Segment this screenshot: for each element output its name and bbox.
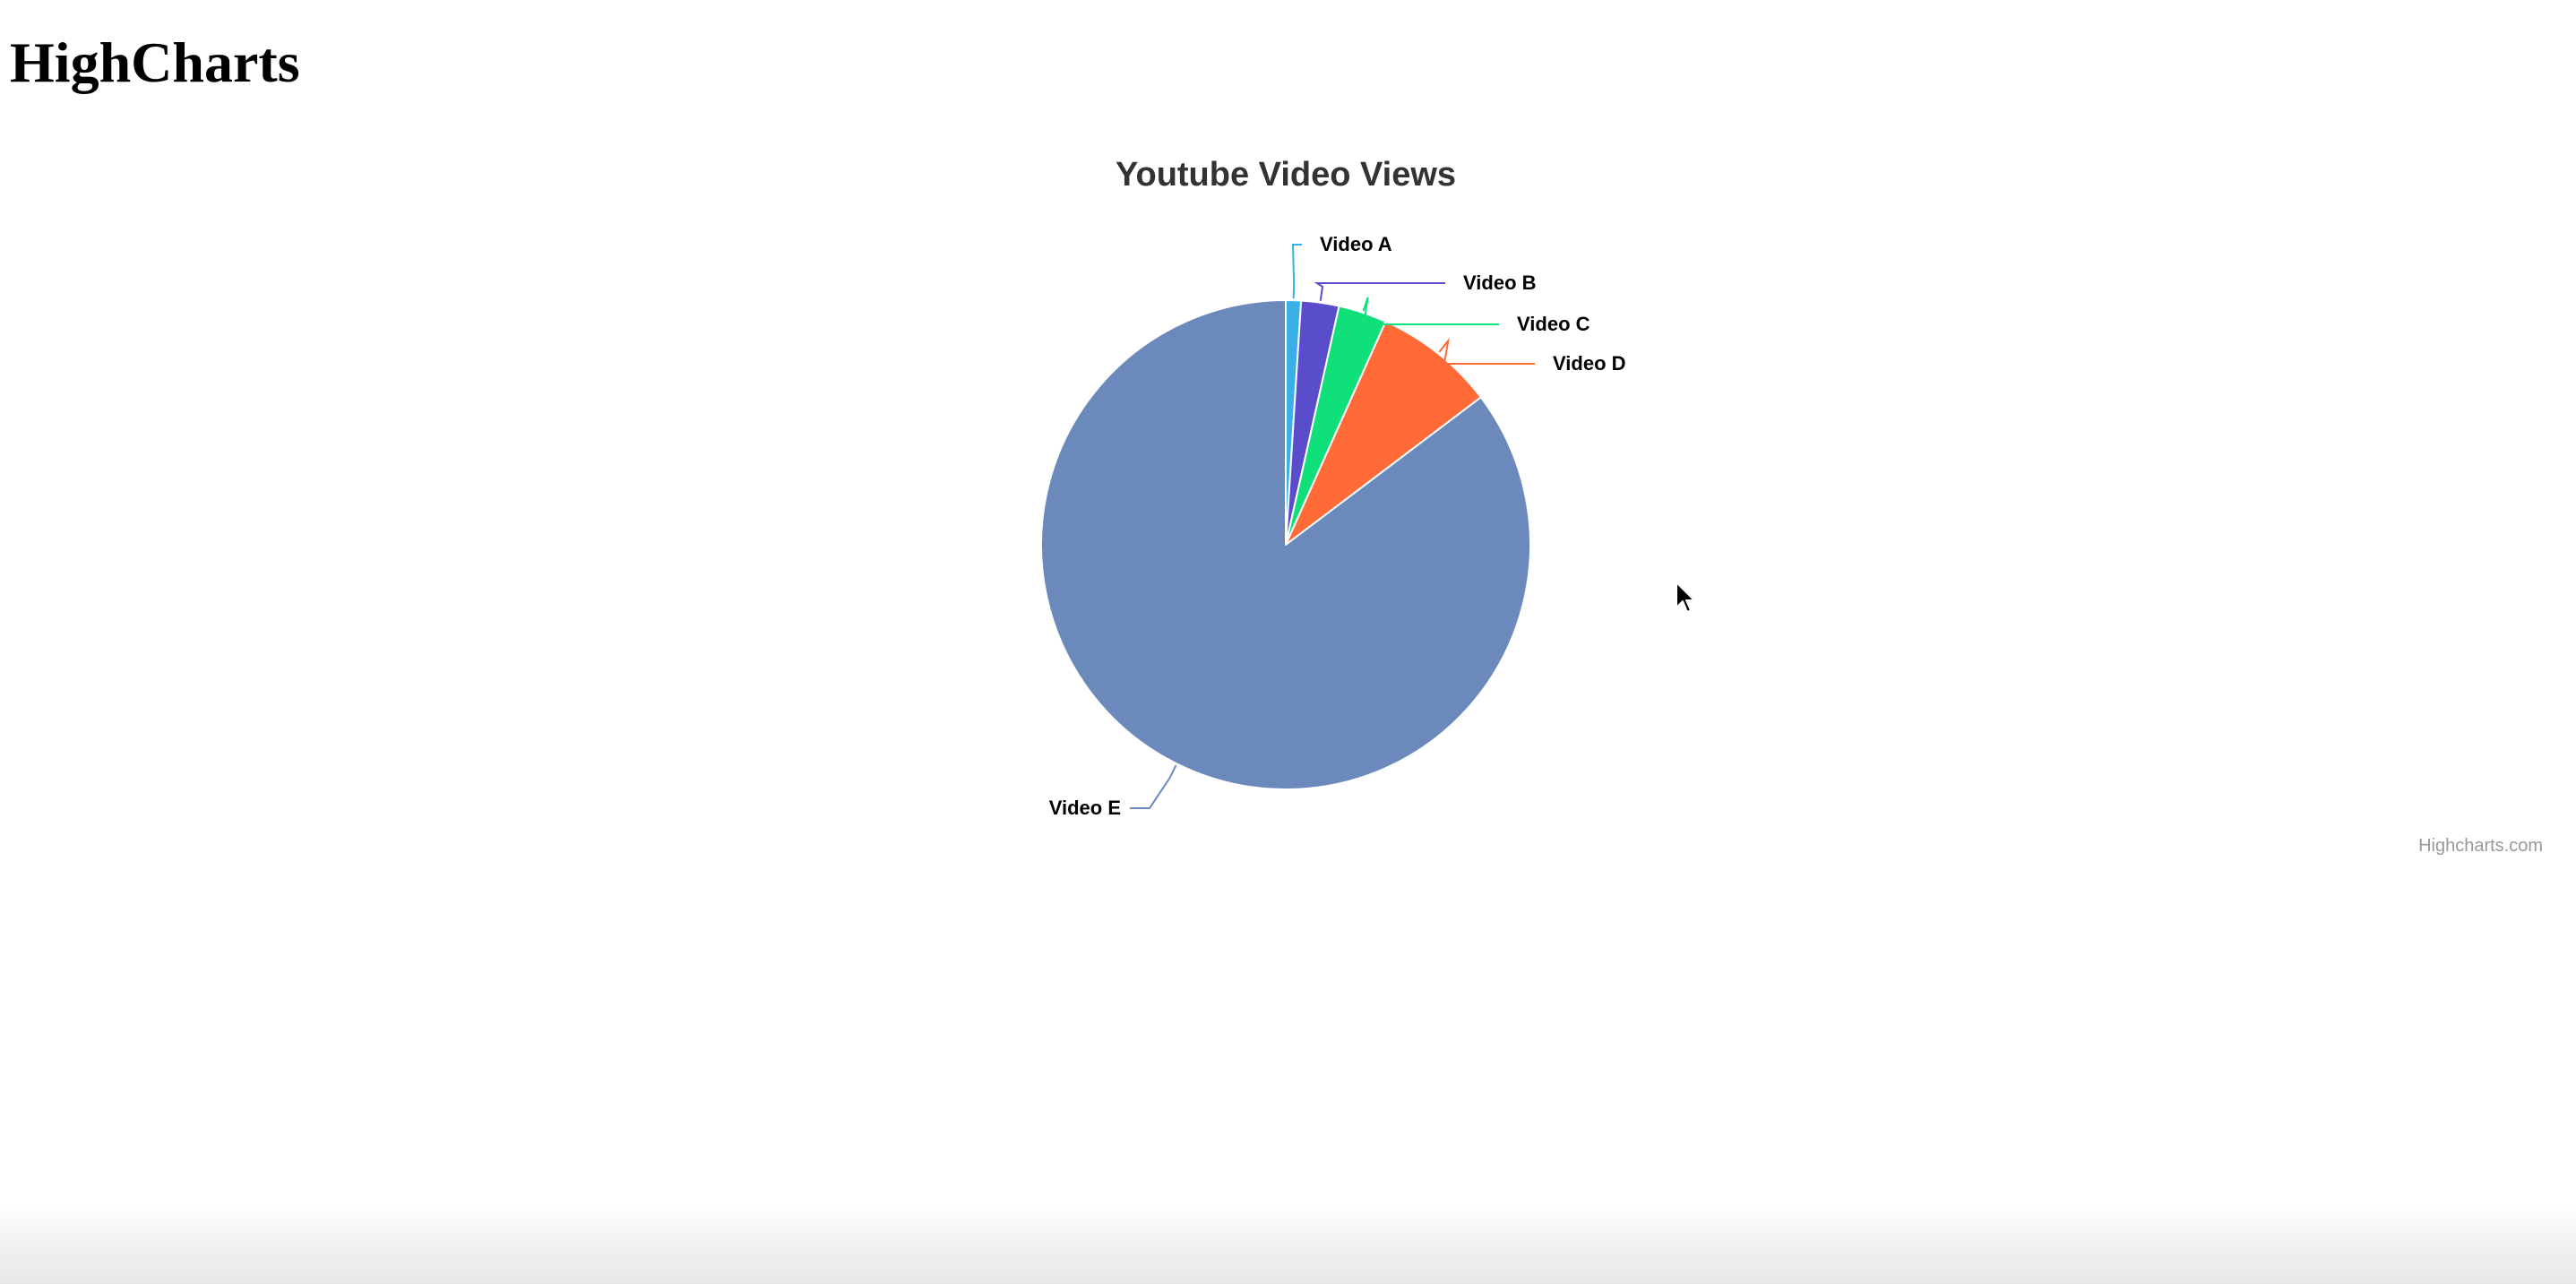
pie-slices [1040,299,1531,790]
data-label-video-d: Video D [1553,352,1626,375]
window-bottom-shadow [0,1203,2576,1284]
data-label-video-a: Video A [1320,233,1392,255]
mouse-cursor-icon [1676,582,1695,613]
chart-svg: Youtube Video Views Video A Video B Video … [1040,156,2543,856]
data-label-video-c: Video C [1517,313,1590,335]
chart-title: Youtube Video Views [1116,156,1456,194]
connector-video-b [1314,282,1445,301]
connector-video-e [1130,764,1177,809]
data-label-video-b: Video B [1463,271,1537,294]
data-label-video-e: Video E [1049,797,1121,819]
connector-video-d [1438,337,1535,365]
pie-chart: Youtube Video Views Video A Video B Video … [0,134,2576,860]
page-heading: HighCharts [10,30,300,94]
credits-link[interactable]: Highcharts.com [2418,836,2543,856]
connector-video-a [1291,244,1302,299]
